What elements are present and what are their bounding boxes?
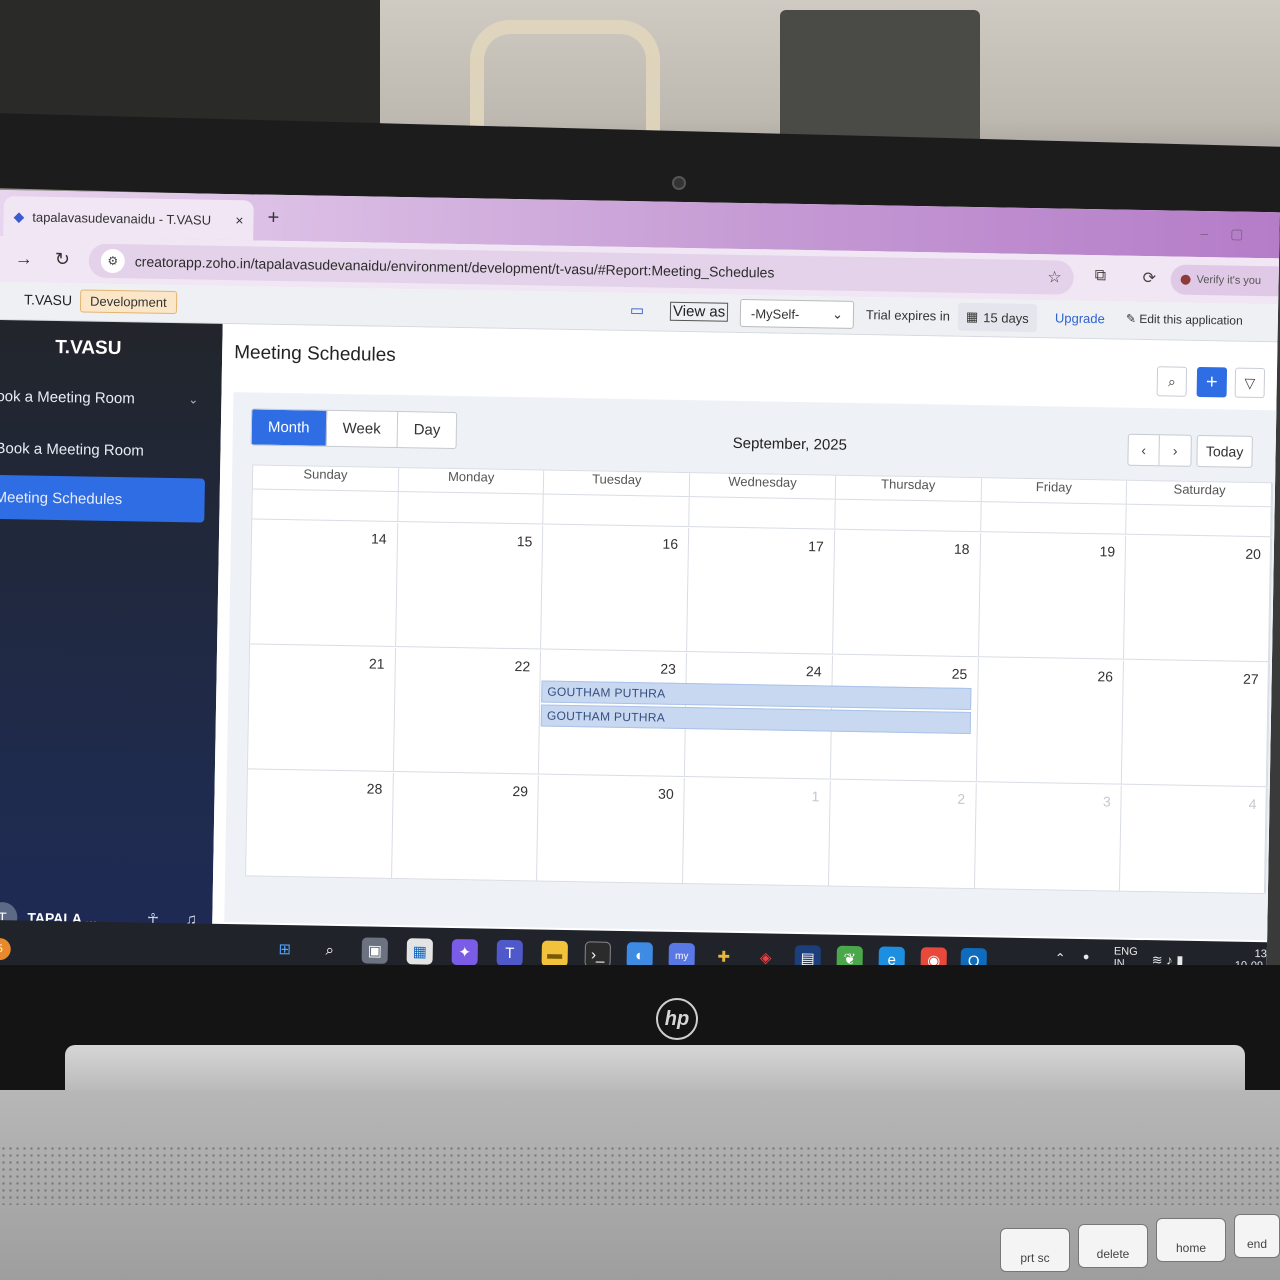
extensions-icon[interactable]: ⧉ <box>1095 267 1107 285</box>
store-icon[interactable]: ▦ <box>406 938 433 965</box>
day-cell[interactable]: 16 <box>541 525 690 652</box>
verify-profile-chip[interactable]: Verify it's you <box>1170 264 1280 297</box>
weekday-label: Monday <box>398 468 545 494</box>
day-cell[interactable]: 20 <box>1124 535 1273 662</box>
key-prt-sc[interactable]: prt sc <box>1000 1228 1070 1272</box>
weekday-label: Saturday <box>1127 480 1274 507</box>
app-name: T.VASU <box>23 291 73 309</box>
sidebar-brand: T.VASU <box>55 336 122 360</box>
view-as-label: View as <box>669 301 729 322</box>
copilot-icon[interactable]: ✦ <box>451 939 478 966</box>
calendar-icon: ▦ <box>965 308 979 325</box>
key-end[interactable]: end <box>1234 1214 1280 1258</box>
new-tab-button[interactable]: + <box>267 207 279 230</box>
page-title: Meeting Schedules <box>234 342 396 366</box>
week-row: 28 29 30 1 2 3 4 <box>246 770 1268 894</box>
day-cell[interactable]: 22 <box>393 647 542 774</box>
week-row: 21 22 23 24 25 26 27 GOUTHAM PUTHRA GOUT… <box>247 645 1270 788</box>
browser-tab[interactable]: ◆ tapalavasudevanaidu - T.VASU × <box>3 196 254 241</box>
week-row: 14 15 16 17 18 19 20 <box>250 520 1273 663</box>
day-cell[interactable]: 28 <box>246 770 394 878</box>
search-icon[interactable]: ⌕ <box>317 937 343 963</box>
chevron-down-icon: ⌄ <box>188 392 199 407</box>
sidebar-item-book-meeting-room-section[interactable]: ook a Meeting Room ⌄ <box>0 374 207 422</box>
environment-badge[interactable]: Development <box>79 289 177 315</box>
profile-avatar-icon <box>1180 274 1191 285</box>
main-content: Meeting Schedules ⌕ + ▽ Month Week Day S… <box>212 323 1279 943</box>
window-controls[interactable]: –▢ <box>1200 225 1265 243</box>
speaker-grille <box>0 1145 1280 1205</box>
month-navigation: ‹ › <box>1127 433 1192 467</box>
day-cell[interactable]: 14 <box>250 520 398 646</box>
filter-icon[interactable]: ▽ <box>1234 367 1266 399</box>
edit-application-button[interactable]: ✎ Edit this application <box>1126 312 1243 328</box>
today-button[interactable]: Today <box>1196 434 1253 468</box>
tab-title: tapalavasudevanaidu - T.VASU <box>32 209 212 228</box>
weekday-label: Thursday <box>835 475 982 502</box>
day-cell[interactable]: 1 <box>683 778 831 886</box>
weekday-label: Sunday <box>252 465 399 492</box>
day-cell[interactable]: 26 <box>976 658 1125 784</box>
pencil-icon: ✎ <box>1125 311 1140 326</box>
webcam <box>672 176 686 190</box>
hp-logo: hp <box>656 998 698 1040</box>
bookmark-star-icon[interactable]: ☆ <box>1047 267 1062 287</box>
weekday-label: Tuesday <box>544 470 691 497</box>
weekday-label: Friday <box>981 478 1128 504</box>
sidebar-item-meeting-schedules[interactable]: Meeting Schedules <box>0 474 205 523</box>
view-month-button[interactable]: Month <box>251 409 327 446</box>
view-day-button[interactable]: Day <box>397 412 456 448</box>
chevron-down-icon: ⌄ <box>831 306 844 322</box>
day-cell[interactable]: 15 <box>395 522 544 649</box>
terminal-icon[interactable]: ›_ <box>584 941 611 968</box>
key-delete[interactable]: delete <box>1078 1224 1148 1268</box>
keyboard-row: prt sc delete home end <box>0 1200 1280 1280</box>
day-cell[interactable]: 19 <box>978 533 1127 659</box>
view-week-button[interactable]: Week <box>326 410 398 447</box>
day-cell[interactable]: 30 <box>537 775 685 884</box>
windows-start-icon[interactable]: ⊞ <box>272 936 298 962</box>
sidebar-item-book-meeting-room[interactable]: Book a Meeting Room <box>0 426 206 474</box>
file-explorer-icon[interactable]: ▬ <box>541 940 568 968</box>
chevron-left-icon[interactable]: ‹ <box>1128 434 1160 466</box>
sync-icon[interactable]: ⟳ <box>1142 268 1156 288</box>
preview-device-icon[interactable]: ▭ <box>630 301 644 319</box>
forward-arrow-icon[interactable]: → <box>15 248 33 269</box>
calendar-panel: Month Week Day September, 2025 ‹ › Today… <box>224 392 1279 941</box>
sidebar: T.VASU ook a Meeting Room ⌄ Book a Meeti… <box>0 319 223 974</box>
trial-days-badge: ▦ 15 days <box>957 302 1038 333</box>
day-cell[interactable]: 18 <box>832 530 981 657</box>
chevron-right-icon[interactable]: › <box>1159 435 1191 466</box>
day-cell[interactable]: 2 <box>828 780 977 889</box>
reload-icon[interactable]: ↻ <box>55 249 70 270</box>
teams-icon[interactable]: T <box>496 939 523 967</box>
add-record-button[interactable]: + <box>1196 366 1228 398</box>
month-grid: Sunday Monday Tuesday Wednesday Thursday… <box>245 464 1274 895</box>
key-home[interactable]: home <box>1156 1218 1226 1262</box>
trial-text: Trial expires in <box>865 307 951 324</box>
url-text[interactable]: creatorapp.zoho.in/tapalavasudevanaidu/e… <box>135 253 1038 285</box>
view-switcher: Month Week Day <box>250 408 458 450</box>
upgrade-link[interactable]: Upgrade <box>1055 310 1105 326</box>
weekday-label: Wednesday <box>689 473 837 499</box>
day-cell[interactable]: 27 <box>1122 660 1270 787</box>
day-cell[interactable]: 17 <box>687 528 836 654</box>
tab-close-icon[interactable]: × <box>235 212 243 228</box>
search-icon[interactable]: ⌕ <box>1156 366 1188 397</box>
laptop-screen: ◆ tapalavasudevanaidu - T.VASU × + –▢ → … <box>0 190 1280 993</box>
weather-widget-badge[interactable]: 5 <box>0 937 11 961</box>
day-cell[interactable]: 21 <box>247 645 396 771</box>
day-cell[interactable]: 3 <box>974 783 1123 891</box>
zoho-favicon-icon: ◆ <box>13 207 25 224</box>
tray-app-icon[interactable]: ● <box>1083 951 1090 963</box>
task-view-icon[interactable]: ▣ <box>361 937 389 964</box>
site-info-icon[interactable]: ⚙ <box>100 248 125 274</box>
month-label: September, 2025 <box>732 434 848 454</box>
view-as-select[interactable]: -MySelf- ⌄ <box>739 298 855 329</box>
day-cell[interactable]: 29 <box>391 772 540 881</box>
day-cell[interactable]: 4 <box>1120 785 1268 894</box>
